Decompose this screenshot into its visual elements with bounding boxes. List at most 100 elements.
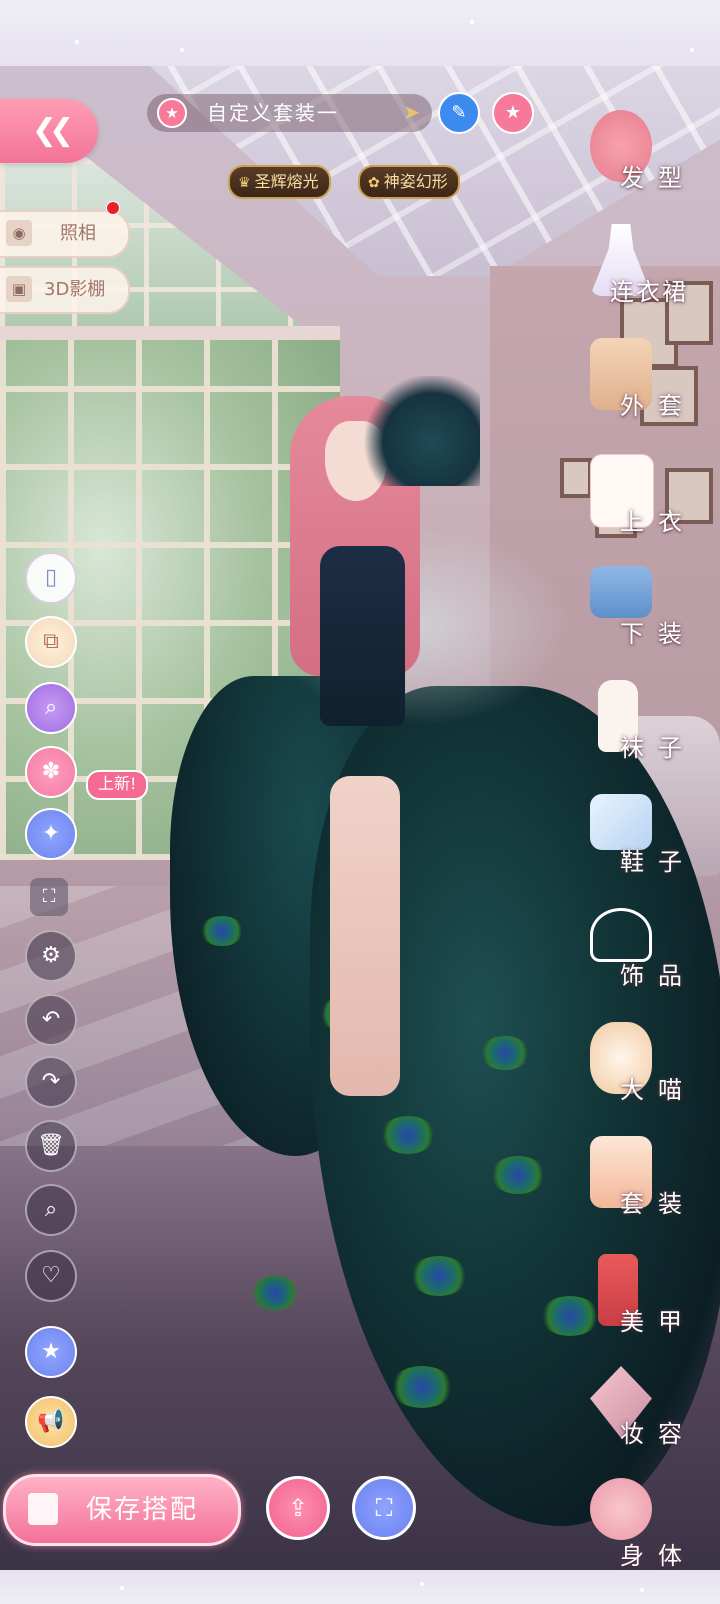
announcement-button[interactable]: 📢 — [25, 1396, 77, 1448]
feather-eye — [480, 1036, 530, 1070]
copy-button[interactable]: ⧉ — [25, 616, 77, 668]
phone-icon: ▯ — [44, 565, 58, 590]
skill-tag-label: 圣辉熔光 — [254, 172, 319, 191]
category-outfit-set[interactable]: 套装 — [580, 1136, 700, 1236]
category-makeup[interactable]: 妆容 — [580, 1366, 700, 1466]
share-icon: ⇪ — [287, 1494, 309, 1522]
gear-icon: ⚙ — [41, 943, 61, 968]
fullscreen-button[interactable]: ⛶ — [30, 878, 68, 916]
top-frame — [0, 0, 720, 66]
outfit-name: 自定义套装一 — [207, 101, 339, 125]
fullscreen-icon: ⛶ — [42, 886, 56, 907]
category-body[interactable]: 身体 — [580, 1478, 700, 1570]
search-button[interactable]: ⌕ — [25, 1184, 77, 1236]
camera-icon: ◉ — [6, 220, 32, 246]
share-button[interactable]: ⇪ — [266, 1476, 330, 1540]
star-icon: ★ — [157, 98, 187, 128]
category-shoes[interactable]: 鞋子 — [580, 794, 700, 894]
feather-headdress — [360, 376, 480, 486]
category-label: 连衣裙 — [610, 278, 688, 306]
edit-name-button[interactable]: ✎ — [438, 92, 480, 134]
feather-eye — [410, 1256, 468, 1296]
sparkle — [120, 1586, 124, 1590]
scan-outfit-button[interactable]: ⛶ — [352, 1476, 416, 1540]
palette-icon: ✽ — [41, 759, 61, 784]
shorts-icon — [590, 566, 652, 618]
category-label: 大喵 — [620, 1076, 696, 1104]
settings-button[interactable]: ⚙ — [25, 930, 77, 982]
star-badge-button[interactable]: ★ — [25, 1326, 77, 1378]
palette-button[interactable]: ✽ — [25, 746, 77, 798]
sparkle — [75, 40, 79, 44]
category-accessories[interactable]: 饰品 — [580, 908, 700, 1008]
undo-button[interactable]: ↶ — [25, 994, 77, 1046]
category-label: 下装 — [620, 620, 696, 648]
skill-tag[interactable]: ✿ 神姿幻形 — [358, 165, 460, 199]
magnify-adjust-icon: ⌕ — [44, 695, 58, 720]
sparkle — [180, 48, 184, 52]
heart-icon: ♡ — [41, 1263, 61, 1288]
skill-tag-label: 神姿幻形 — [383, 172, 448, 191]
legs — [330, 776, 400, 1096]
category-label: 上衣 — [620, 508, 696, 536]
category-bottom[interactable]: 下装 — [580, 566, 700, 666]
category-label: 袜子 — [620, 734, 696, 762]
megaphone-icon: 📢 — [37, 1409, 65, 1434]
redo-button[interactable]: ↷ — [25, 1056, 77, 1108]
arrow-right-icon[interactable]: ➤ — [403, 100, 420, 124]
category-dress[interactable]: 连衣裙 — [580, 224, 700, 324]
sparkle — [470, 20, 474, 24]
category-label: 饰品 — [620, 962, 696, 990]
flame-icon: ♛ — [238, 175, 251, 191]
document-icon — [28, 1493, 58, 1525]
star-badge-icon: ★ — [41, 1339, 61, 1364]
undo-icon: ↶ — [41, 1007, 61, 1032]
trash-icon: 🗑 — [37, 1133, 65, 1158]
category-cat[interactable]: 大喵 — [580, 1022, 700, 1122]
search-icon: ⌕ — [44, 1197, 58, 1222]
magnify-adjust-button[interactable]: ⌕ — [25, 682, 77, 734]
save-outfit-button[interactable]: 保存搭配 — [3, 1474, 241, 1546]
studio-button[interactable]: ▣ 3D影棚 — [0, 266, 130, 314]
category-label: 妆容 — [620, 1420, 696, 1448]
double-chevron-left-icon: ❮❮ — [31, 113, 74, 148]
magic-wand-icon: ✦ — [41, 821, 61, 846]
save-outfit-label: 保存搭配 — [86, 1495, 199, 1525]
body-icon — [590, 1478, 652, 1540]
category-label: 发型 — [620, 164, 696, 192]
scan-outfit-icon: ⛶ — [375, 1494, 393, 1522]
delete-button[interactable]: 🗑 — [25, 1120, 77, 1172]
feather-eye — [380, 1116, 436, 1154]
notification-dot — [106, 201, 120, 215]
star-icon: ★ — [504, 102, 522, 123]
category-coat[interactable]: 外套 — [580, 338, 700, 438]
copy-icon: ⧉ — [43, 629, 59, 654]
feather-eye — [490, 1156, 546, 1194]
pencil-icon: ✎ — [451, 102, 467, 123]
category-top[interactable]: 上衣 — [580, 454, 700, 554]
sparkle — [420, 1582, 424, 1586]
like-button[interactable]: ♡ — [25, 1250, 77, 1302]
category-hair[interactable]: 发型 — [580, 110, 700, 210]
category-nails[interactable]: 美甲 — [580, 1254, 700, 1354]
phone-button[interactable]: ▯ — [25, 552, 77, 604]
bodice — [320, 546, 405, 726]
camera-button[interactable]: ◉ 照相 — [0, 210, 130, 258]
sparkle — [640, 1588, 644, 1592]
butterfly-icon: ✿ — [368, 175, 380, 191]
feather-eye — [200, 916, 244, 946]
tiara-icon — [590, 908, 652, 962]
outfit-selector[interactable]: ★ 自定义套装一 ➤ — [147, 94, 432, 132]
magic-wand-button[interactable]: ✦ — [25, 808, 77, 860]
favorite-button[interactable]: ★ — [492, 92, 534, 134]
back-button[interactable]: ❮❮ — [0, 99, 98, 163]
feather-eye — [250, 1276, 300, 1310]
category-label: 身体 — [620, 1542, 696, 1570]
category-label: 套装 — [620, 1190, 696, 1218]
sparkle — [690, 48, 694, 52]
skill-tag[interactable]: ♛ 圣辉熔光 — [228, 165, 331, 199]
category-label: 外套 — [620, 392, 696, 420]
category-socks[interactable]: 袜子 — [580, 680, 700, 780]
category-label: 美甲 — [620, 1308, 696, 1336]
camera-label: 照相 — [60, 223, 96, 244]
